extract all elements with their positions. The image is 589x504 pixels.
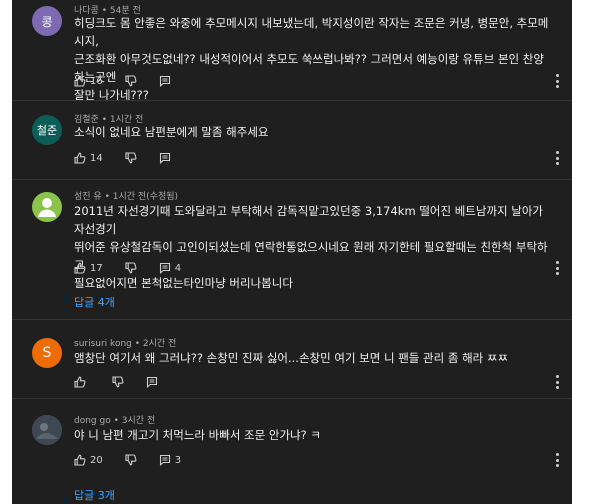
- more-actions-button[interactable]: [556, 151, 560, 165]
- comment-actions: 14: [74, 150, 193, 166]
- dislike-button[interactable]: [112, 376, 124, 388]
- reply-button[interactable]: [159, 152, 171, 164]
- comment: dong go • 3시간 전 야 니 남편 개고기 처먹느라 바빠서 조문 안…: [12, 399, 572, 504]
- avatar[interactable]: 콩: [32, 6, 62, 36]
- comment: 성진 유 • 1시간 전(수정됨) 2011년 자선경기때 도와달라고 부탁해서…: [12, 180, 572, 319]
- comment-meta: dong go • 3시간 전: [74, 413, 155, 426]
- comment-time[interactable]: 3시간 전: [122, 416, 155, 426]
- avatar[interactable]: [32, 415, 62, 445]
- like-button[interactable]: 16: [74, 75, 103, 87]
- thumbs-up-icon: [74, 75, 86, 87]
- view-replies-link[interactable]: 답글 4개: [74, 294, 115, 310]
- thumbs-up-icon: [74, 262, 86, 274]
- thumbs-up-icon: [74, 152, 86, 164]
- comment-text: 야 니 남편 개고기 처먹느라 바빠서 조문 안가냐? ㅋ: [74, 426, 554, 444]
- comment-actions: [74, 374, 180, 390]
- avatar[interactable]: 철준: [32, 115, 62, 145]
- comment-time[interactable]: 1시간 전(수정됨): [113, 192, 178, 202]
- author-name[interactable]: surisuri kong: [74, 339, 132, 349]
- reply-icon: [146, 376, 158, 388]
- reply-icon: [159, 262, 170, 274]
- comment-meta: 성진 유 • 1시간 전(수정됨): [74, 189, 178, 202]
- like-count: 16: [90, 75, 103, 87]
- more-actions-button[interactable]: [556, 375, 560, 389]
- reply-button[interactable]: 3: [159, 454, 181, 466]
- more-actions-button[interactable]: [556, 261, 560, 275]
- like-button[interactable]: [74, 376, 90, 388]
- reply-icon: [159, 75, 170, 87]
- comment-time[interactable]: 2시간 전: [143, 339, 176, 349]
- comment-text: 소식이 없네요 남편분에게 말좀 해주세요: [74, 123, 554, 141]
- avatar[interactable]: [32, 192, 62, 222]
- meta-separator: •: [131, 339, 143, 349]
- reply-icon: [159, 152, 170, 164]
- meta-separator: •: [101, 192, 113, 202]
- like-button[interactable]: 14: [74, 152, 103, 164]
- default-user-icon: [38, 198, 56, 217]
- comment: 콩 나다콩 • 54분 전 히딩크도 몸 안좋은 와중에 추모메시지 내보냈는데…: [12, 0, 572, 102]
- reply-count: 4: [174, 262, 182, 274]
- reply-button[interactable]: [159, 75, 171, 87]
- comment-text-line: 앰창단 여기서 왜 그러냐?? 손창민 진짜 싫어...손창민 여기 보면 니 …: [74, 351, 509, 365]
- comment-text-line: 소식이 없네요 남편분에게 말좀 해주세요: [74, 125, 269, 139]
- like-count: 17: [90, 262, 103, 274]
- comment-text: 히딩크도 몸 안좋은 와중에 추모메시지 내보냈는데, 박지성이란 작자는 조문…: [74, 14, 554, 104]
- thumbs-down-icon: [125, 152, 137, 164]
- meta-separator: •: [110, 416, 122, 426]
- reply-icon: [159, 454, 170, 466]
- comment: S surisuri kong • 2시간 전 앰창단 여기서 왜 그러냐?? …: [12, 320, 572, 398]
- comment-text-line: 히딩크도 몸 안좋은 와중에 추모메시지 내보냈는데, 박지성이란 작자는 조문…: [74, 16, 549, 48]
- author-name[interactable]: dong go: [74, 416, 111, 426]
- comment-actions: 17 4: [74, 260, 203, 276]
- dislike-button[interactable]: [125, 152, 137, 164]
- thumbs-up-icon: [74, 376, 86, 388]
- comment-actions: 20 3: [74, 452, 203, 468]
- author-name[interactable]: 성진 유: [74, 192, 102, 202]
- avatar[interactable]: S: [32, 338, 62, 368]
- comment-text: 2011년 자선경기때 도와달라고 부탁해서 감독직맡고있던중 3,174km …: [74, 202, 554, 292]
- dislike-button[interactable]: [125, 75, 137, 87]
- thumbs-down-icon: [125, 454, 137, 466]
- thumbs-down-icon: [125, 75, 137, 87]
- comment-meta: surisuri kong • 2시간 전: [74, 336, 176, 349]
- comment-text-line: 야 니 남편 개고기 처먹느라 바빠서 조문 안가냐? ㅋ: [74, 428, 321, 442]
- dislike-button[interactable]: [125, 454, 137, 466]
- comment-text: 앰창단 여기서 왜 그러냐?? 손창민 진짜 싫어...손창민 여기 보면 니 …: [74, 349, 554, 367]
- reply-button[interactable]: [146, 376, 158, 388]
- like-button[interactable]: 20: [74, 454, 103, 466]
- comment-actions: 16: [74, 73, 193, 89]
- thumbs-up-icon: [74, 454, 86, 466]
- like-count: 14: [90, 152, 103, 164]
- profile-photo: [32, 415, 62, 445]
- more-actions-button[interactable]: [556, 74, 560, 88]
- comment-text-line: 2011년 자선경기때 도와달라고 부탁해서 감독직맡고있던중 3,174km …: [74, 204, 544, 236]
- like-button[interactable]: 17: [74, 262, 103, 274]
- comments-panel: 콩 나다콩 • 54분 전 히딩크도 몸 안좋은 와중에 추모메시지 내보냈는데…: [12, 0, 572, 504]
- reply-count: 3: [174, 454, 182, 466]
- view-replies-link[interactable]: 답글 3개: [74, 487, 115, 503]
- thumbs-down-icon: [112, 376, 124, 388]
- comment-text-line: 필요없어지면 본척없는타인마냥 버리나봅니다: [74, 276, 293, 290]
- reply-button[interactable]: 4: [159, 262, 181, 274]
- more-actions-button[interactable]: [556, 453, 560, 467]
- dislike-button[interactable]: [125, 262, 137, 274]
- thumbs-down-icon: [125, 262, 137, 274]
- like-count: 20: [90, 454, 103, 466]
- comment: 철준 김철준 • 1시간 전 소식이 없네요 남편분에게 말좀 해주세요 14: [12, 101, 572, 179]
